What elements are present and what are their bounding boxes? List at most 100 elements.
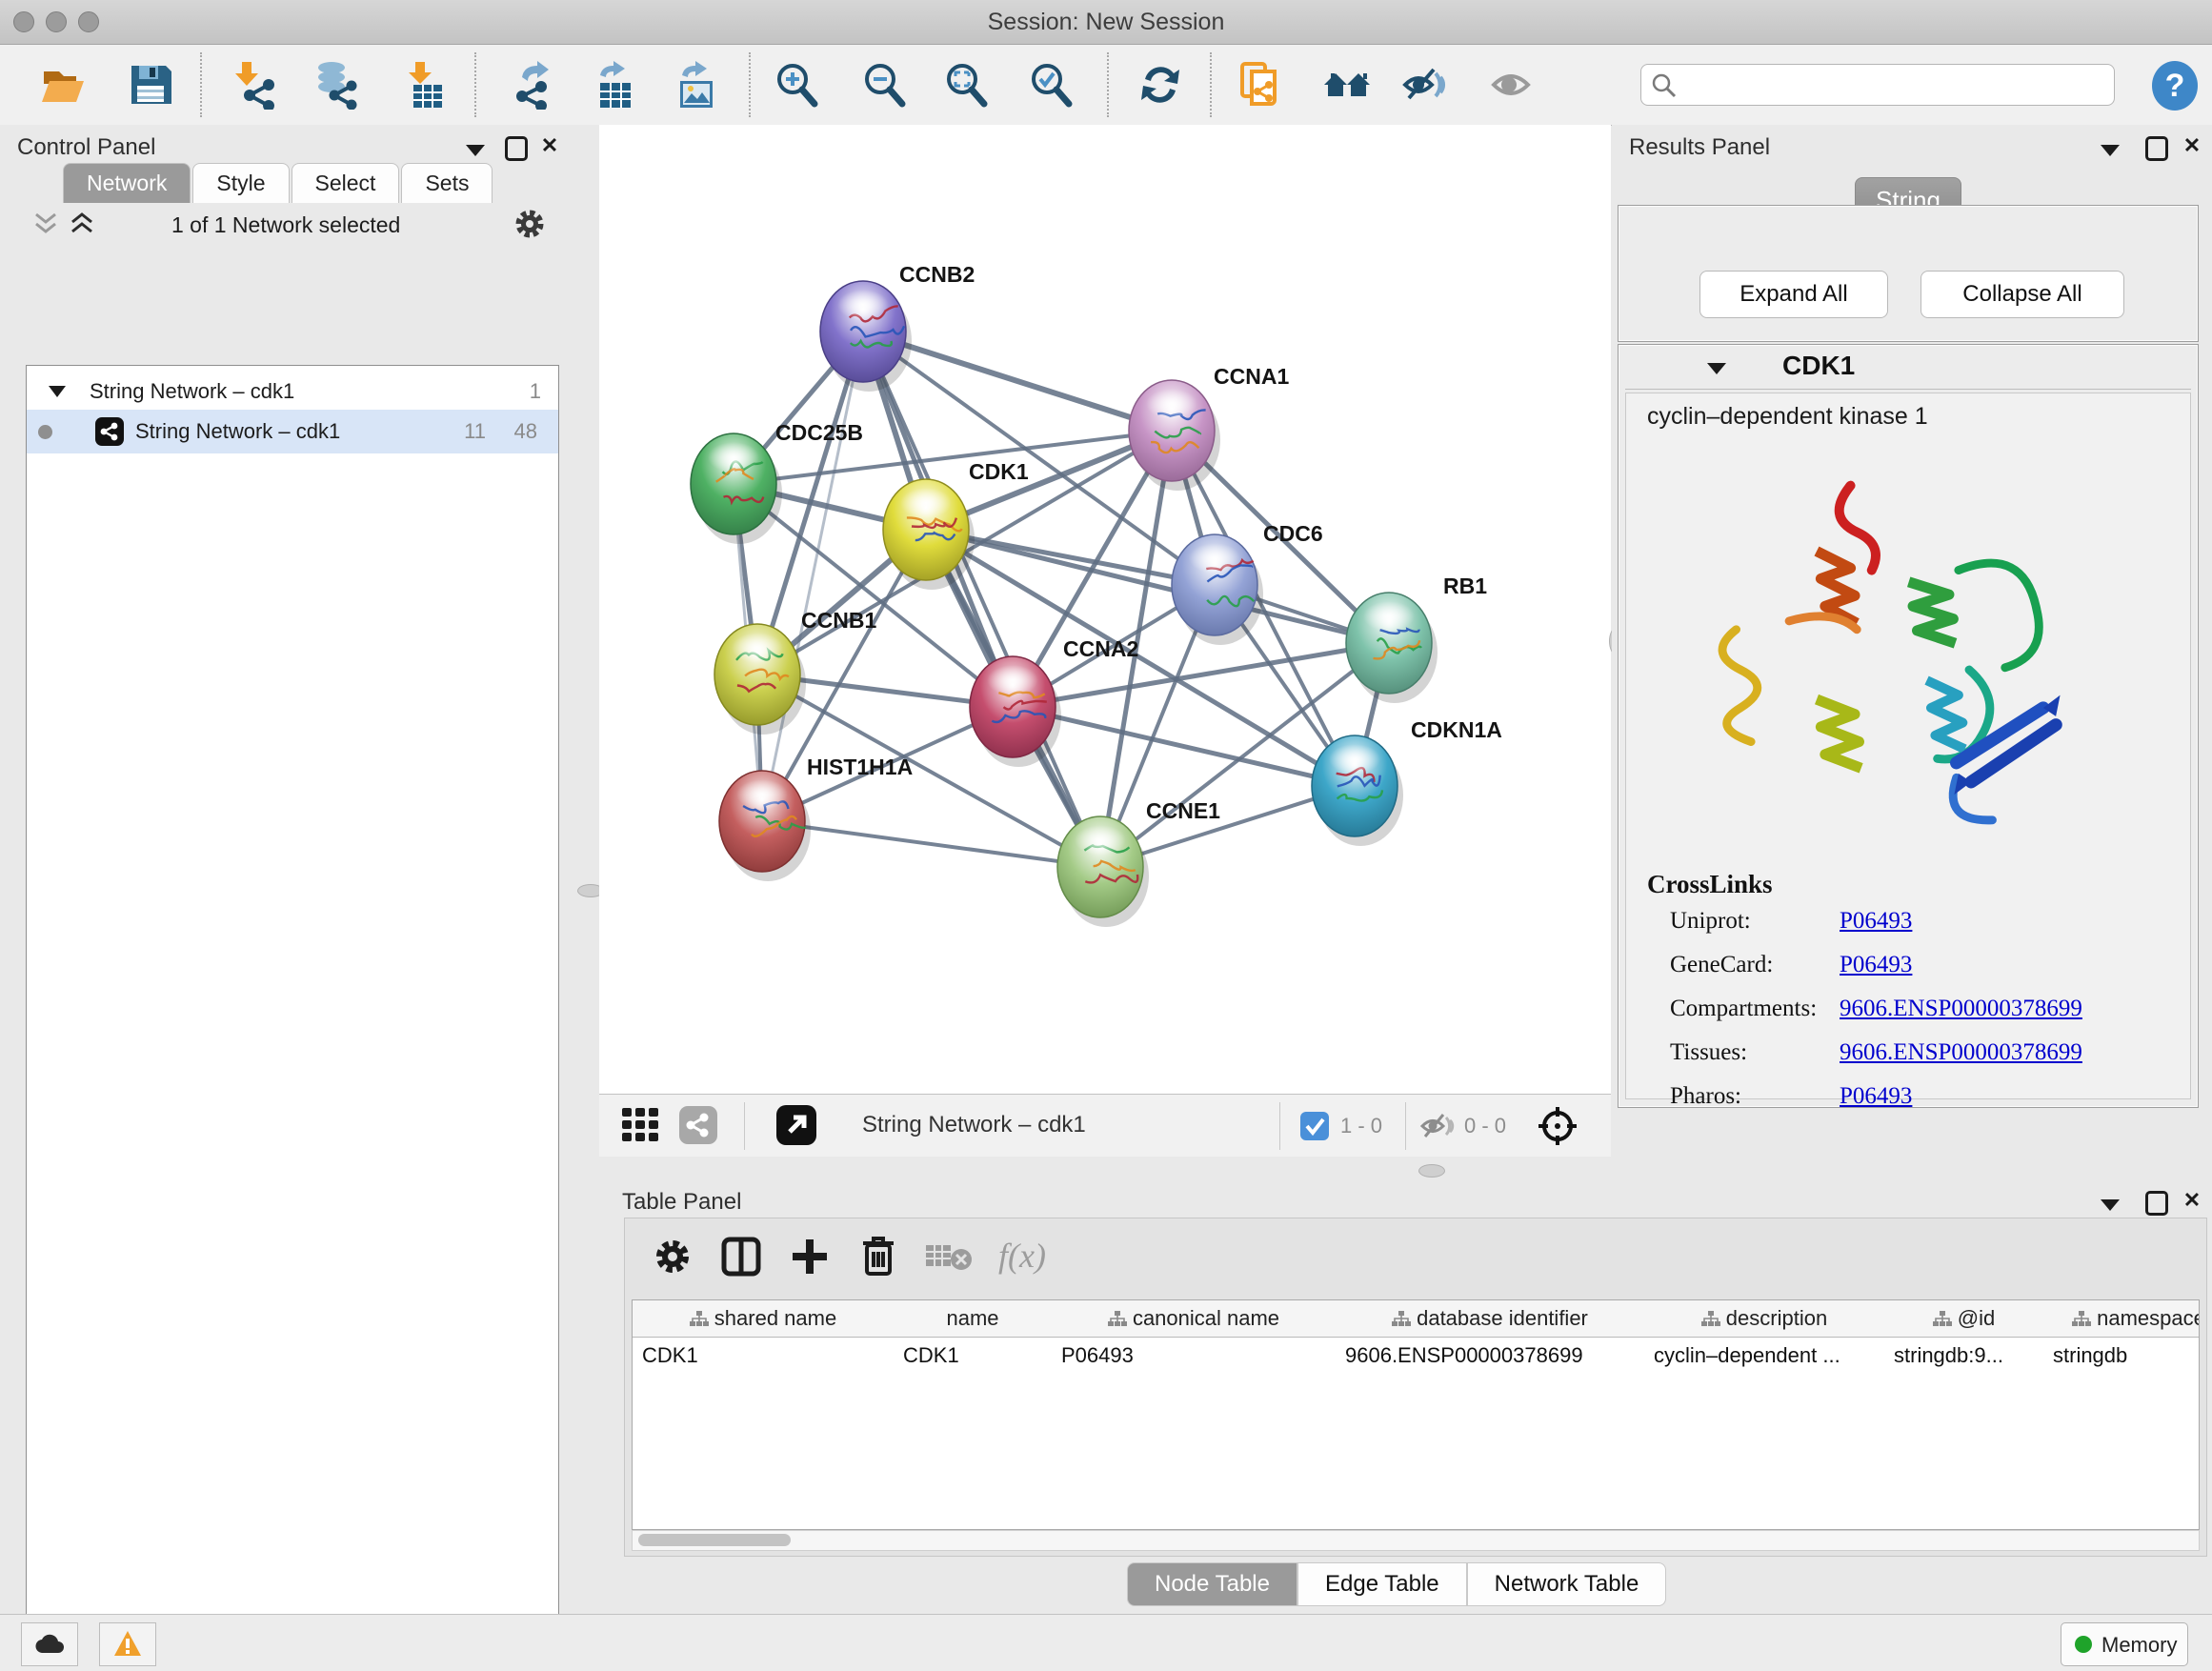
node-label-CCNE1[interactable]: CCNE1	[1146, 798, 1220, 823]
collapse-all-tree-icon[interactable]	[32, 211, 59, 236]
tab-select[interactable]: Select	[292, 163, 400, 203]
column-header-namespace[interactable]: namespace	[2043, 1300, 2200, 1338]
network-collection-row[interactable]: String Network – cdk1 1	[27, 370, 558, 413]
tab-edge-table[interactable]: Edge Table	[1297, 1562, 1467, 1606]
node-label-HIST1H1A[interactable]: HIST1H1A	[807, 755, 913, 779]
delete-table-icon[interactable]	[926, 1241, 974, 1272]
splitter-handle[interactable]	[1418, 1164, 1445, 1178]
expand-all-button[interactable]: Expand All	[1699, 271, 1888, 318]
network-edge-HIST1H1A-CCNE1[interactable]	[762, 821, 1100, 867]
float-panel-icon[interactable]	[2145, 1191, 2168, 1216]
open-in-window-icon[interactable]	[776, 1105, 816, 1145]
node-label-CCNA2[interactable]: CCNA2	[1063, 636, 1138, 661]
node-table[interactable]: shared namenamecanonical namedatabase id…	[632, 1299, 2200, 1530]
add-column-icon[interactable]	[789, 1236, 831, 1278]
search-input[interactable]	[1683, 69, 2106, 101]
clone-network-icon[interactable]	[1237, 60, 1286, 110]
selected-checkbox-icon[interactable]	[1300, 1112, 1329, 1140]
column-header-shared-name[interactable]: shared name	[633, 1300, 895, 1338]
network-node-CDK1[interactable]: CDK1	[883, 459, 1029, 590]
close-panel-icon[interactable]: ✕	[537, 133, 562, 158]
node-label-CDC6[interactable]: CDC6	[1263, 521, 1323, 546]
network-node-CCNA2[interactable]: CCNA2	[970, 636, 1138, 767]
birdseye-crosshair-icon[interactable]	[1537, 1105, 1579, 1147]
open-session-icon[interactable]	[38, 60, 88, 110]
network-node-CCNA1[interactable]: CCNA1	[1129, 364, 1289, 491]
close-panel-icon[interactable]: ✕	[2180, 133, 2204, 158]
network-row-selected[interactable]: String Network – cdk1 11 48	[27, 410, 558, 453]
collapse-panel-icon[interactable]	[465, 144, 486, 157]
table-cell[interactable]: CDK1	[633, 1338, 894, 1374]
show-columns-icon[interactable]	[720, 1236, 762, 1278]
network-node-CDC25B[interactable]: CDC25B	[691, 420, 863, 544]
import-network-file-icon[interactable]	[231, 60, 280, 110]
table-cell[interactable]: stringdb	[2043, 1338, 2200, 1374]
save-session-icon[interactable]	[126, 60, 175, 110]
horizontal-splitter[interactable]	[599, 1157, 2212, 1183]
show-all-icon[interactable]	[1490, 60, 1539, 110]
memory-button[interactable]: Memory	[2061, 1622, 2188, 1666]
network-node-RB1[interactable]: RB1	[1346, 574, 1487, 703]
node-label-RB1[interactable]: RB1	[1443, 574, 1487, 598]
export-table-icon[interactable]	[589, 60, 638, 110]
zoom-selected-icon[interactable]	[1026, 60, 1076, 110]
network-edge-CCNB2-CCNE1[interactable]	[863, 332, 1100, 867]
crosslink-link[interactable]: P06493	[1840, 952, 1912, 978]
node-label-CDK1[interactable]: CDK1	[969, 459, 1029, 484]
zoom-in-icon[interactable]	[772, 60, 821, 110]
zoom-fit-icon[interactable]	[941, 60, 991, 110]
import-network-database-icon[interactable]	[312, 60, 362, 110]
search-field[interactable]	[1640, 64, 2115, 106]
tab-node-table[interactable]: Node Table	[1127, 1562, 1297, 1606]
home-icon[interactable]	[1322, 60, 1372, 110]
warnings-button[interactable]	[99, 1622, 156, 1666]
table-settings-gear-icon[interactable]	[652, 1236, 694, 1278]
collapse-panel-icon[interactable]	[2100, 1198, 2121, 1212]
table-scrollbar[interactable]	[632, 1530, 2200, 1551]
tab-style[interactable]: Style	[192, 163, 289, 203]
zoom-out-icon[interactable]	[859, 60, 909, 110]
import-table-icon[interactable]	[400, 60, 450, 110]
network-options-gear-icon[interactable]	[513, 207, 547, 241]
float-panel-icon[interactable]	[2145, 136, 2168, 161]
network-canvas[interactable]: CCNB2 CCNA1 CDC25B CDK1 CDC6 RB1 CCNB1 CCNA2 CDK…	[599, 125, 1611, 1094]
close-panel-icon[interactable]: ✕	[2180, 1188, 2204, 1213]
vertical-splitter[interactable]	[583, 125, 600, 1157]
collapse-panel-icon[interactable]	[2100, 144, 2121, 157]
hide-selected-icon[interactable]	[1401, 60, 1451, 110]
grid-view-icon[interactable]	[622, 1108, 660, 1144]
network-node-CDC6[interactable]: CDC6	[1172, 521, 1323, 645]
node-label-CDC25B[interactable]: CDC25B	[775, 420, 863, 445]
network-node-CDKN1A[interactable]: CDKN1A	[1312, 717, 1502, 846]
collapse-result-icon[interactable]	[1706, 362, 1727, 375]
network-node-CCNB2[interactable]: CCNB2	[820, 262, 975, 392]
table-cell[interactable]: CDK1	[894, 1338, 1052, 1374]
network-node-HIST1H1A[interactable]: HIST1H1A	[719, 755, 913, 881]
help-icon[interactable]: ?	[2149, 60, 2201, 111]
network-node-CCNB1[interactable]: CCNB1	[714, 608, 876, 735]
table-cell[interactable]: P06493	[1052, 1338, 1336, 1374]
refresh-layout-icon[interactable]	[1136, 60, 1185, 110]
expand-all-tree-icon[interactable]	[69, 211, 95, 236]
export-network-icon[interactable]	[509, 60, 558, 110]
crosslink-link[interactable]: P06493	[1840, 1083, 1912, 1110]
crosslink-link[interactable]: P06493	[1840, 908, 1912, 935]
delete-column-icon[interactable]	[857, 1234, 899, 1278]
table-cell[interactable]: stringdb:9...	[1884, 1338, 2043, 1374]
string-view-icon[interactable]	[679, 1106, 717, 1144]
float-panel-icon[interactable]	[505, 136, 528, 161]
column-header-database-identifier[interactable]: database identifier	[1336, 1300, 1645, 1338]
tree-expander-icon[interactable]	[48, 385, 67, 398]
tab-network-table[interactable]: Network Table	[1467, 1562, 1667, 1606]
column-header-description[interactable]: description	[1644, 1300, 1885, 1338]
table-cell[interactable]: 9606.ENSP00000378699	[1336, 1338, 1644, 1374]
network-node-CCNE1[interactable]: CCNE1	[1057, 798, 1220, 927]
crosslink-link[interactable]: 9606.ENSP00000378699	[1840, 996, 2082, 1022]
column-header-canonical-name[interactable]: canonical name	[1052, 1300, 1337, 1338]
function-builder-icon[interactable]: f(x)	[998, 1236, 1046, 1276]
tab-network[interactable]: Network	[63, 163, 191, 203]
column-header-id[interactable]: @id	[1884, 1300, 2044, 1338]
table-cell[interactable]: cyclin–dependent ...	[1644, 1338, 1884, 1374]
collapse-all-button[interactable]: Collapse All	[1920, 271, 2124, 318]
scrollbar-thumb[interactable]	[638, 1534, 791, 1546]
